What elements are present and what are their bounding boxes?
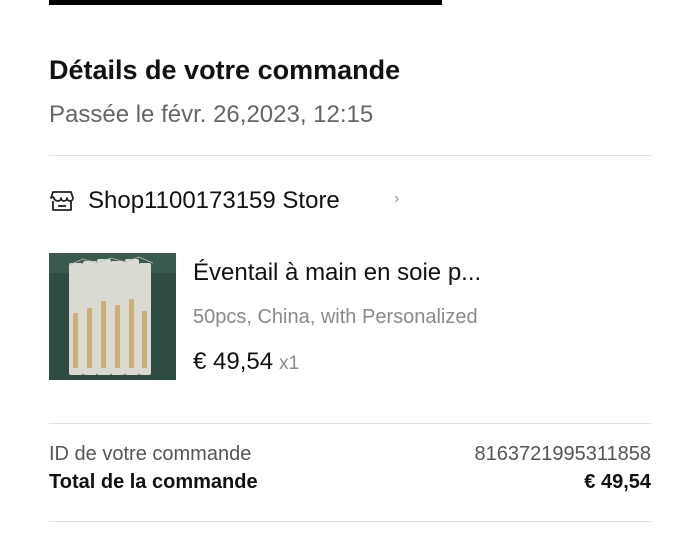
order-id-label: ID de votre commande [49, 443, 252, 465]
product-price: € 49,54 [193, 348, 274, 375]
divider [49, 155, 651, 156]
store-icon [49, 188, 75, 214]
order-id-row: ID de votre commande 8163721995311858 [49, 443, 651, 466]
chevron-right-icon[interactable]: › [394, 189, 399, 209]
product-quantity: x1 [279, 353, 300, 374]
order-total-label: Total de la commande [49, 471, 258, 493]
product-image[interactable] [49, 253, 176, 380]
page-title: Détails de votre commande [49, 55, 401, 85]
order-date: Passée le févr. 26,2023, 12:15 [49, 101, 374, 128]
top-bar [49, 0, 442, 5]
product-variant: 50pcs, China, with Personalized [193, 306, 478, 328]
divider [49, 521, 651, 522]
order-total-value: € 49,54 [584, 471, 651, 493]
divider [49, 423, 651, 424]
product-title[interactable]: Éventail à main en soie p... [193, 259, 481, 287]
order-total-row: Total de la commande € 49,54 [49, 471, 651, 494]
store-link[interactable]: Shop1100173159 Store [49, 183, 409, 219]
product-price-row: € 49,54 x1 [193, 348, 299, 376]
order-id-value: 8163721995311858 [474, 443, 651, 465]
store-name: Shop1100173159 Store [88, 187, 340, 214]
